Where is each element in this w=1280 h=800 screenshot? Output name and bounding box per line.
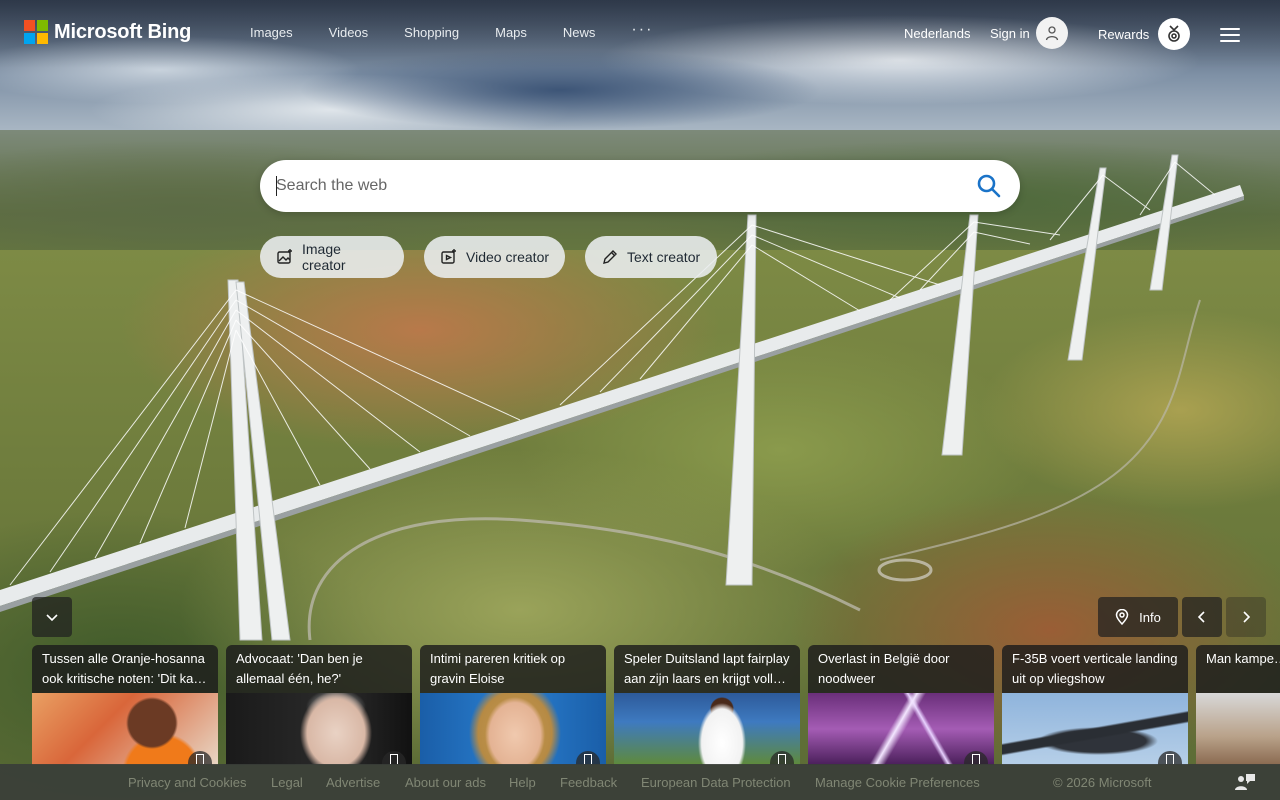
creator-chips: Image creator Video creator Text creator (260, 236, 730, 278)
info-button[interactable]: Info (1098, 597, 1178, 637)
bing-logo[interactable]: Microsoft Bing (24, 20, 191, 44)
news-card-title: F-35B voert verticale landing uit op vli… (1012, 651, 1178, 686)
sign-in-link[interactable]: Sign in (990, 26, 1030, 41)
video-creator-icon (441, 249, 456, 264)
image-creator-button[interactable]: Image creator (260, 236, 404, 278)
brand-name: Microsoft Bing (54, 20, 192, 43)
language-link[interactable]: Nederlands (904, 26, 971, 41)
nav-videos[interactable]: Videos (329, 25, 369, 40)
feedback-icon[interactable] (1234, 772, 1256, 792)
video-creator-button[interactable]: Video creator (424, 236, 565, 278)
search-icon[interactable] (976, 173, 1002, 199)
location-pin-icon (1115, 609, 1129, 625)
copyright-text: © 2026 Microsoft (1053, 775, 1152, 790)
footer-link-feedback[interactable]: Feedback (560, 775, 617, 790)
hamburger-menu-icon[interactable] (1218, 24, 1242, 44)
news-card-title: Overlast in België door noodweer (818, 651, 950, 686)
chevron-down-icon (46, 614, 58, 622)
text-caret (276, 176, 277, 196)
news-card-title: Man kampe… nachts voo… (1206, 651, 1280, 666)
microsoft-logo-icon (24, 20, 48, 44)
news-card-title: Speler Duitsland lapt fairplay aan zijn … (624, 651, 790, 686)
nav-shopping[interactable]: Shopping (404, 25, 459, 40)
news-card[interactable]: Advocaat: 'Dan ben je allemaal één, he?' (226, 645, 412, 765)
footer-link-cookie-preferences[interactable]: Manage Cookie Preferences (815, 775, 980, 790)
footer-link-legal[interactable]: Legal (271, 775, 303, 790)
text-creator-button[interactable]: Text creator (585, 236, 717, 278)
news-card[interactable]: Tussen alle Oranje-hosanna ook kritische… (32, 645, 218, 765)
footer-link-about-ads[interactable]: About our ads (405, 775, 486, 790)
footer-link-help[interactable]: Help (509, 775, 536, 790)
text-creator-label: Text creator (627, 249, 701, 265)
nav-more-icon[interactable]: ··· (631, 22, 653, 38)
video-creator-label: Video creator (466, 249, 550, 265)
previous-image-button[interactable] (1182, 597, 1222, 637)
nav-maps[interactable]: Maps (495, 25, 527, 40)
news-card-title: Intimi pareren kritiek op gravin Eloise (430, 651, 566, 686)
next-image-button[interactable] (1226, 597, 1266, 637)
news-card-title: Tussen alle Oranje-hosanna ook kritische… (42, 651, 207, 686)
user-avatar-icon[interactable] (1036, 17, 1068, 49)
news-card-title: Advocaat: 'Dan ben je allemaal één, he?' (236, 651, 363, 686)
collapse-feed-button[interactable] (32, 597, 72, 637)
news-card[interactable]: F-35B voert verticale landing uit op vli… (1002, 645, 1188, 765)
top-header: Microsoft Bing Images Videos Shopping Ma… (0, 0, 1280, 68)
news-card[interactable]: Intimi pareren kritiek op gravin Eloise (420, 645, 606, 765)
footer: Privacy and Cookies Legal Advertise Abou… (0, 764, 1280, 800)
search-box (260, 160, 1020, 212)
info-label: Info (1139, 609, 1161, 625)
chevron-left-icon (1197, 611, 1205, 623)
pen-icon (603, 250, 617, 264)
nav-images[interactable]: Images (250, 25, 293, 40)
news-card[interactable]: Man kampe… nachts voo… (1196, 645, 1280, 765)
chevron-right-icon (1243, 611, 1251, 623)
news-carousel: Tussen alle Oranje-hosanna ook kritische… (32, 645, 1280, 765)
nav-news[interactable]: News (563, 25, 596, 40)
news-card[interactable]: Speler Duitsland lapt fairplay aan zijn … (614, 645, 800, 765)
search-input[interactable] (260, 160, 950, 212)
news-card-image (1196, 693, 1280, 765)
footer-link-advertise[interactable]: Advertise (326, 775, 380, 790)
footer-link-privacy[interactable]: Privacy and Cookies (128, 775, 247, 790)
image-creator-icon (277, 249, 292, 264)
footer-link-data-protection[interactable]: European Data Protection (641, 775, 791, 790)
top-nav: Images Videos Shopping Maps News ··· (250, 22, 653, 41)
rewards-link[interactable]: Rewards (1098, 27, 1149, 42)
rewards-medal-icon[interactable] (1158, 18, 1190, 50)
news-card[interactable]: Overlast in België door noodweer (808, 645, 994, 765)
image-creator-label: Image creator (302, 241, 346, 273)
